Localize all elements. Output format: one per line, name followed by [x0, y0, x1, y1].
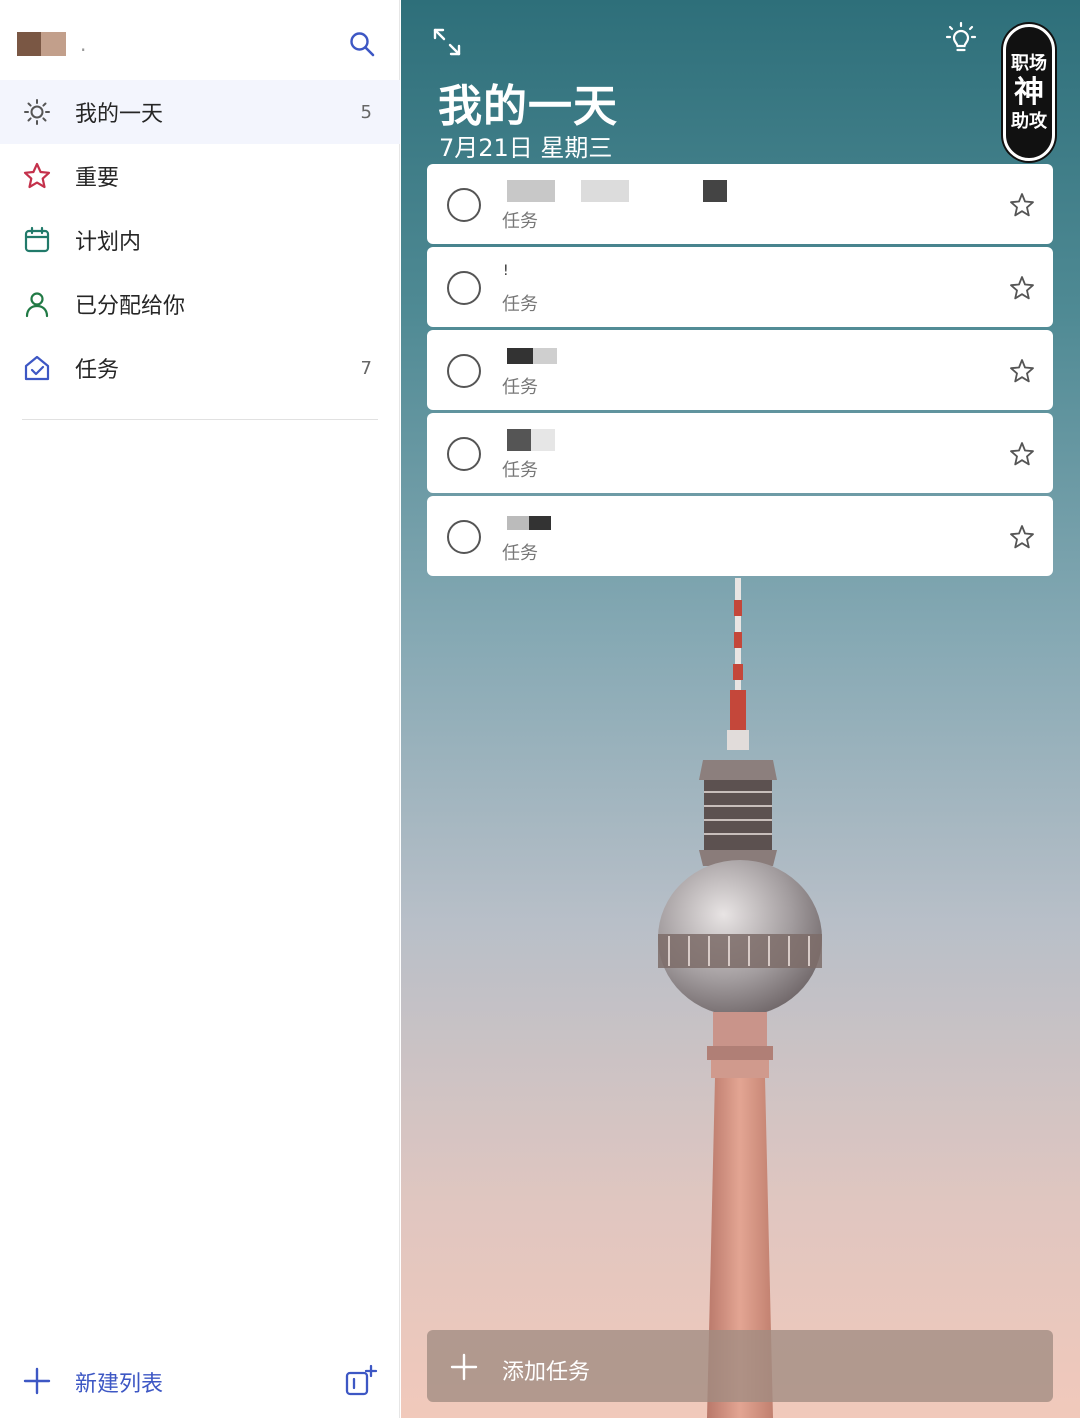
- sidebar-item-label: 计划内: [75, 230, 142, 255]
- main-panel: 职场 神 助攻 我的一天 7月21日 星期三 任务 ! 任务 任务 任务 任务 …: [401, 0, 1080, 1418]
- task-list-name: 任务: [502, 211, 538, 232]
- expand-icon[interactable]: [431, 26, 463, 58]
- task-item[interactable]: 任务: [427, 330, 1053, 410]
- sidebar-item-assigned[interactable]: 已分配给你: [0, 272, 400, 336]
- new-group-icon[interactable]: [344, 1364, 378, 1398]
- stamp-line-1: 职场: [1011, 52, 1047, 74]
- sidebar: . 我的一天 5 重要 计划内 已分配给你 任务 7 新建列表: [0, 0, 400, 1418]
- new-list-button[interactable]: 新建列表: [0, 1350, 400, 1410]
- calendar-icon: [22, 225, 52, 255]
- stamp-line-2: 神: [1014, 74, 1044, 110]
- task-list: 任务 ! 任务 任务 任务 任务: [427, 164, 1053, 579]
- sidebar-divider: [22, 419, 378, 420]
- task-list-name: 任务: [502, 460, 538, 481]
- sidebar-item-label: 已分配给你: [75, 294, 186, 319]
- account-name: .: [80, 32, 87, 56]
- plus-icon: [23, 1367, 51, 1395]
- star-icon[interactable]: [1009, 192, 1035, 218]
- complete-checkbox[interactable]: [447, 188, 481, 222]
- sidebar-nav: 我的一天 5 重要 计划内 已分配给你 任务 7: [0, 80, 400, 400]
- star-icon[interactable]: [1009, 275, 1035, 301]
- task-item[interactable]: 任务: [427, 413, 1053, 493]
- task-item[interactable]: ! 任务: [427, 247, 1053, 327]
- add-task-bar[interactable]: 添加任务: [427, 1330, 1053, 1402]
- avatar[interactable]: [17, 32, 66, 56]
- lightbulb-icon[interactable]: [941, 20, 981, 60]
- task-item[interactable]: 任务: [427, 496, 1053, 576]
- sidebar-item-label: 重要: [75, 166, 120, 191]
- search-button[interactable]: [344, 26, 380, 62]
- task-list-name: 任务: [502, 294, 538, 315]
- new-list-label: 新建列表: [75, 1372, 164, 1397]
- sidebar-item-important[interactable]: 重要: [0, 144, 400, 208]
- page-title: 我的一天: [438, 81, 618, 132]
- watermark-stamp: 职场 神 助攻: [1003, 24, 1055, 161]
- home-icon: [22, 353, 52, 383]
- task-list-name: 任务: [502, 377, 538, 398]
- add-task-label[interactable]: 添加任务: [502, 1354, 590, 1386]
- plus-icon: [450, 1353, 478, 1381]
- star-icon[interactable]: [1009, 358, 1035, 384]
- page-date: 7月21日 星期三: [439, 134, 613, 162]
- sidebar-item-count: 7: [360, 357, 372, 379]
- sidebar-item-tasks[interactable]: 任务 7: [0, 336, 400, 400]
- sidebar-item-planned[interactable]: 计划内: [0, 208, 400, 272]
- task-item[interactable]: 任务: [427, 164, 1053, 244]
- complete-checkbox[interactable]: [447, 520, 481, 554]
- task-title: !: [503, 263, 509, 279]
- star-icon: [22, 161, 52, 191]
- account-header[interactable]: .: [0, 0, 400, 80]
- person-icon: [22, 289, 52, 319]
- sun-icon: [22, 97, 52, 127]
- sidebar-item-my-day[interactable]: 我的一天 5: [0, 80, 400, 144]
- task-list-name: 任务: [502, 543, 538, 564]
- complete-checkbox[interactable]: [447, 437, 481, 471]
- sidebar-item-label: 我的一天: [75, 102, 164, 127]
- complete-checkbox[interactable]: [447, 354, 481, 388]
- sidebar-item-count: 5: [360, 101, 372, 123]
- star-icon[interactable]: [1009, 524, 1035, 550]
- sidebar-item-label: 任务: [75, 358, 120, 383]
- stamp-line-3: 助攻: [1011, 110, 1047, 132]
- search-icon: [350, 32, 375, 57]
- complete-checkbox[interactable]: [447, 271, 481, 305]
- star-icon[interactable]: [1009, 441, 1035, 467]
